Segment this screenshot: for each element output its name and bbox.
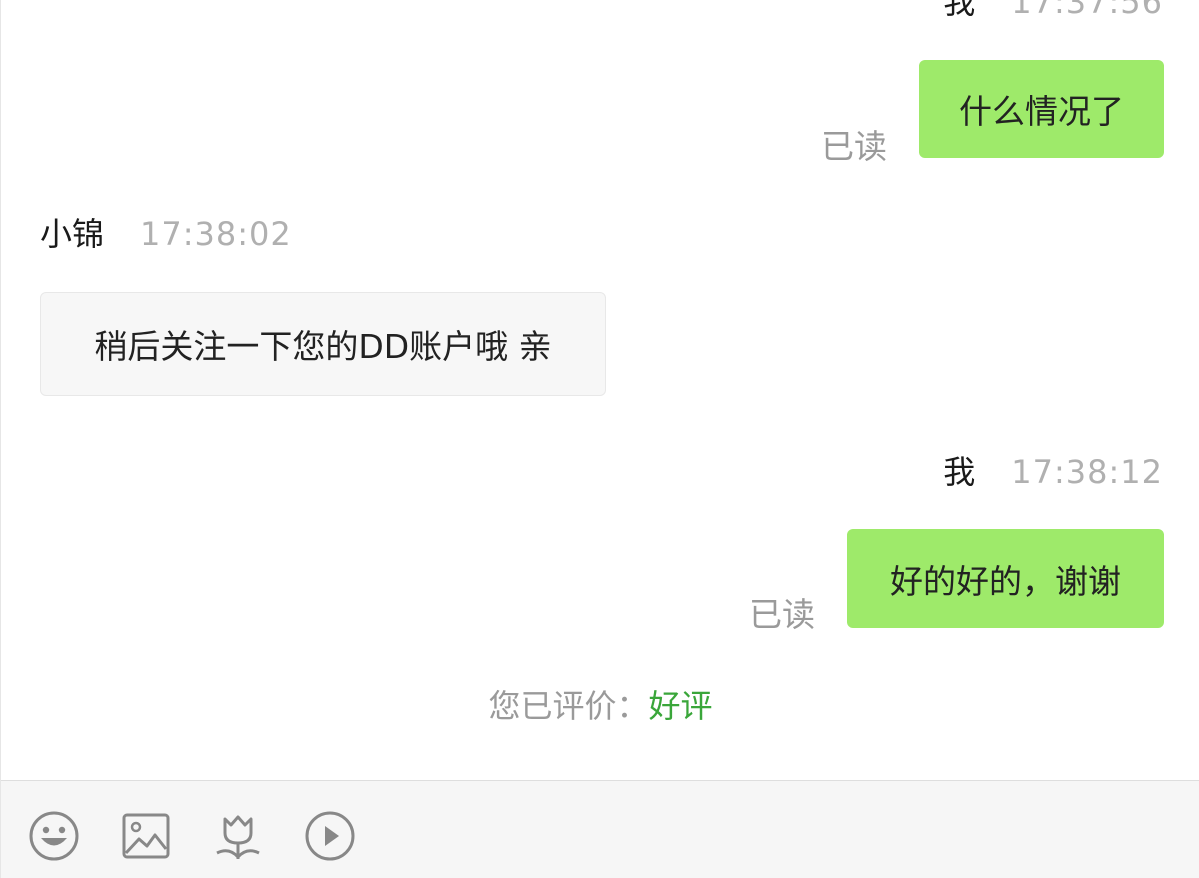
sender-name: 我 — [943, 453, 976, 491]
sender-name: 我 — [943, 0, 976, 21]
incoming-message-bubble[interactable]: 稍后关注一下您的DD账户哦 亲 — [40, 292, 606, 396]
message-time: 17:38:02 — [140, 215, 292, 253]
emoji-icon[interactable] — [27, 809, 81, 863]
image-icon[interactable] — [119, 809, 173, 863]
input-toolbar — [1, 780, 1199, 878]
play-icon[interactable] — [303, 809, 357, 863]
outgoing-message-bubble[interactable]: 什么情况了 — [919, 60, 1164, 158]
message-time: 17:37:56 — [1011, 0, 1163, 21]
outgoing-message-bubble[interactable]: 好的好的，谢谢 — [847, 529, 1164, 628]
read-status: 已读 — [749, 595, 815, 634]
rating-label: 您已评价： — [488, 687, 649, 725]
message-meta: 我 17:38:12 — [943, 452, 1163, 492]
flower-icon[interactable] — [211, 809, 265, 863]
read-status: 已读 — [821, 127, 887, 166]
rating-value: 好评 — [648, 687, 713, 725]
sender-name: 小锦 — [40, 215, 105, 253]
chat-screen: 我 17:37:56 已读 什么情况了 小锦 17:38:02 稍后关注一下您的DD… — [0, 0, 1199, 878]
message-meta: 我 17:37:56 — [943, 0, 1163, 22]
message-time: 17:38:12 — [1011, 453, 1163, 491]
message-meta: 小锦 17:38:02 — [40, 214, 292, 254]
rating-notice: 您已评价：好评 — [1, 686, 1199, 726]
